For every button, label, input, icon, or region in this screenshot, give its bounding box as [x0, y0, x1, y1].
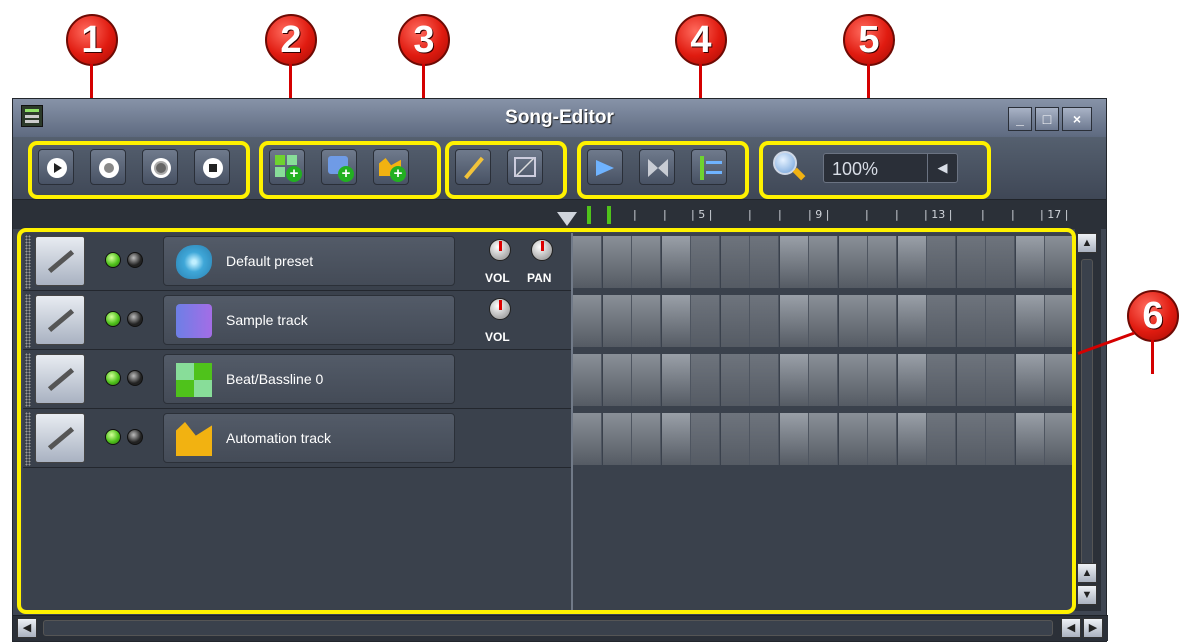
- callout-4: 4: [675, 14, 727, 98]
- stop-button[interactable]: [194, 149, 230, 185]
- zoom-dropdown-arrow-icon[interactable]: ◀: [927, 154, 957, 182]
- record-while-playing-icon: [151, 158, 171, 178]
- draw-mode-button[interactable]: [455, 149, 491, 185]
- callout-5: 5: [843, 14, 895, 98]
- record-icon: [99, 158, 119, 178]
- draw-mode-icon: [464, 156, 484, 180]
- loop-marker-icon[interactable]: [587, 206, 591, 224]
- highlight-box-6: [17, 228, 1076, 614]
- annotated-screenshot: 1 2 3 4 5 6 Song-Editor _ □ × + + + 100%…: [0, 0, 1187, 642]
- arrow-right-icon: [596, 160, 614, 176]
- add-beat-bassline-button[interactable]: +: [269, 149, 305, 185]
- magnifier-icon: [773, 151, 807, 185]
- add-automation-track-button[interactable]: +: [373, 149, 409, 185]
- scroll-right-icon[interactable]: ▶: [1083, 618, 1103, 638]
- title-bar[interactable]: Song-Editor _ □ ×: [13, 99, 1106, 137]
- callout-3: 3: [398, 14, 450, 98]
- scroll-down-icon[interactable]: ▼: [1077, 585, 1097, 605]
- add-sample-track-button[interactable]: +: [321, 149, 357, 185]
- bowtie-icon: [648, 159, 668, 177]
- arrow-right-button[interactable]: [587, 149, 623, 185]
- scroll-up-icon[interactable]: ▲: [1077, 563, 1097, 583]
- loop-marker-icon[interactable]: [607, 206, 611, 224]
- edit-mode-button[interactable]: [507, 149, 543, 185]
- ruler-label: | 13 |: [924, 208, 953, 221]
- toolbar: + + + 100% ◀: [13, 137, 1106, 199]
- play-button[interactable]: [38, 149, 74, 185]
- callout-2: 2: [265, 14, 317, 98]
- record-while-playing-button[interactable]: [142, 149, 178, 185]
- zoom-value: 100%: [832, 159, 879, 179]
- vertical-scrollbar[interactable]: ▲ ▲ ▼: [1075, 229, 1101, 611]
- callout-1: 1: [66, 14, 118, 98]
- ruler-label: | 9 |: [808, 208, 830, 221]
- position-marker-icon[interactable]: [557, 212, 577, 226]
- stop-icon: [203, 158, 223, 178]
- edit-mode-icon: [514, 157, 536, 177]
- minimize-button[interactable]: _: [1008, 107, 1032, 131]
- window-title: Song-Editor: [505, 107, 614, 128]
- ruler-label: | 17 |: [1040, 208, 1069, 221]
- maximize-button[interactable]: □: [1035, 107, 1059, 131]
- timeline-ruler[interactable]: | 5 | | 9 | | 13 | | 17 | | | | | | | | …: [13, 199, 1106, 229]
- scroll-up-icon[interactable]: ▲: [1077, 233, 1097, 253]
- zoom-select[interactable]: 100% ◀: [823, 153, 958, 183]
- play-icon: [47, 158, 67, 178]
- bowtie-button[interactable]: [639, 149, 675, 185]
- record-button[interactable]: [90, 149, 126, 185]
- scroll-thumb[interactable]: [43, 620, 1053, 636]
- swap-lines-button[interactable]: [691, 149, 727, 185]
- ruler-label: | 5 |: [691, 208, 713, 221]
- horizontal-scrollbar[interactable]: ◀ ◀ ▶: [13, 615, 1108, 641]
- scroll-thumb[interactable]: [1081, 259, 1093, 579]
- close-button[interactable]: ×: [1062, 107, 1092, 131]
- scroll-left-icon[interactable]: ◀: [17, 618, 37, 638]
- scroll-left-icon[interactable]: ◀: [1061, 618, 1081, 638]
